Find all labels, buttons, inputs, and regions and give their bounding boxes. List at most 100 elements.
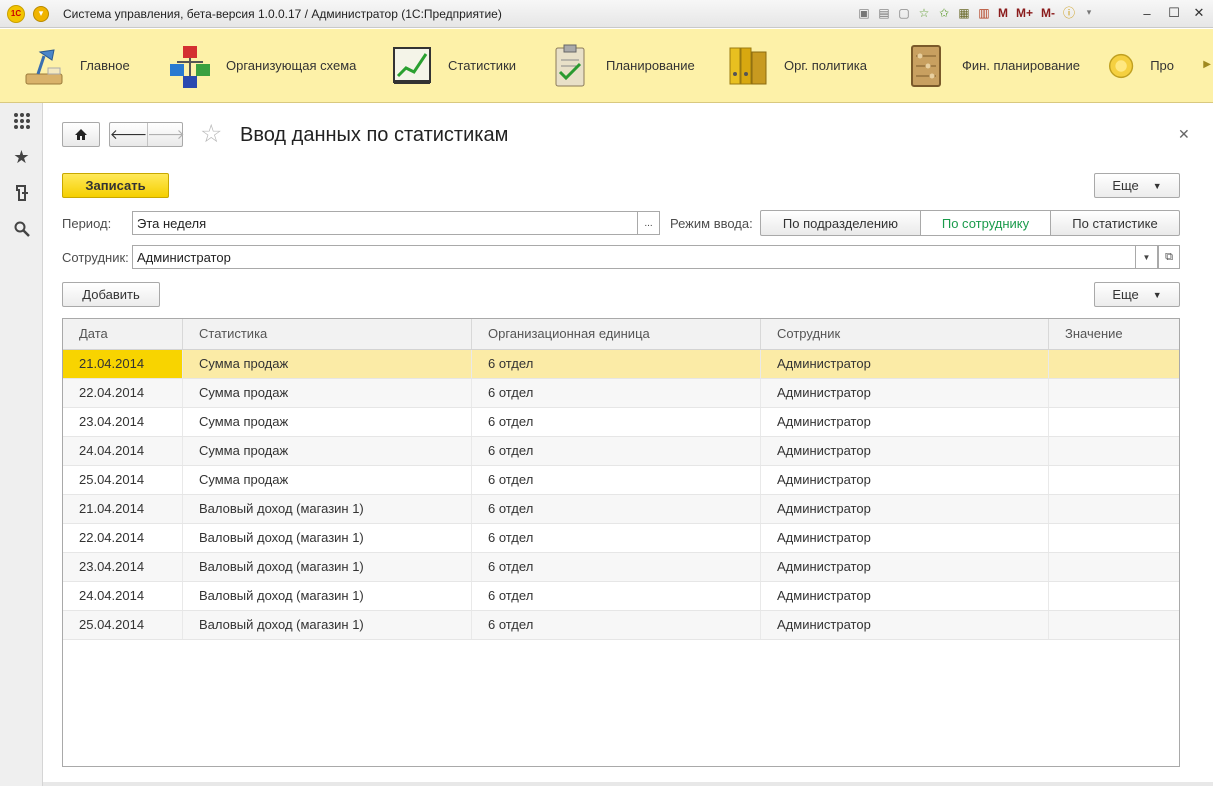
memory-button[interactable]: M (996, 6, 1010, 20)
cell-org-unit[interactable]: 6 отдел (472, 553, 761, 581)
section-other[interactable]: Про (1104, 29, 1174, 102)
cell-statistic[interactable]: Валовый доход (магазин 1) (183, 553, 472, 581)
memory-plus-button[interactable]: M+ (1014, 6, 1035, 20)
cell-date[interactable]: 23.04.2014 (63, 408, 183, 436)
cell-statistic[interactable]: Сумма продаж (183, 466, 472, 494)
table-row[interactable]: 23.04.2014 Сумма продаж 6 отдел Администрат… (63, 408, 1179, 437)
scroll-right-icon[interactable]: ▶ (1203, 59, 1211, 70)
period-select-button[interactable]: ... (638, 211, 660, 235)
table-row[interactable]: 22.04.2014 Валовый доход (магазин 1) 6 отд… (63, 524, 1179, 553)
section-org-policy[interactable]: Орг. политика (724, 29, 902, 102)
cell-employee[interactable]: Администратор (761, 553, 1049, 581)
print-icon[interactable]: ▤ (876, 4, 892, 21)
cell-employee[interactable]: Администратор (761, 582, 1049, 610)
cell-value[interactable] (1049, 524, 1179, 552)
cell-statistic[interactable]: Валовый доход (магазин 1) (183, 524, 472, 552)
cell-org-unit[interactable]: 6 отдел (472, 437, 761, 465)
cell-statistic[interactable]: Валовый доход (магазин 1) (183, 495, 472, 523)
cell-value[interactable] (1049, 495, 1179, 523)
table-row[interactable]: 25.04.2014 Сумма продаж 6 отдел Администрат… (63, 466, 1179, 495)
cell-date[interactable]: 24.04.2014 (63, 582, 183, 610)
cell-date[interactable]: 24.04.2014 (63, 437, 183, 465)
cell-employee[interactable]: Администратор (761, 611, 1049, 639)
column-header-date[interactable]: Дата (63, 319, 183, 349)
table-row[interactable]: 21.04.2014 Валовый доход (магазин 1) 6 отд… (63, 495, 1179, 524)
history-icon[interactable] (0, 175, 43, 211)
cell-value[interactable] (1049, 350, 1179, 378)
cell-org-unit[interactable]: 6 отдел (472, 495, 761, 523)
cell-statistic[interactable]: Сумма продаж (183, 350, 472, 378)
close-window-button[interactable]: ✕ (1189, 4, 1209, 22)
cell-date[interactable]: 21.04.2014 (63, 350, 183, 378)
cell-value[interactable] (1049, 437, 1179, 465)
table-row[interactable]: 24.04.2014 Валовый доход (магазин 1) 6 отд… (63, 582, 1179, 611)
save-icon[interactable]: ▣ (856, 4, 872, 21)
mode-by-department-button[interactable]: По подразделению (761, 211, 920, 235)
minimize-button[interactable]: ‒ (1137, 4, 1157, 22)
cell-date[interactable]: 21.04.2014 (63, 495, 183, 523)
cell-statistic[interactable]: Валовый доход (магазин 1) (183, 611, 472, 639)
cell-org-unit[interactable]: 6 отдел (472, 379, 761, 407)
cell-date[interactable]: 23.04.2014 (63, 553, 183, 581)
section-statistics[interactable]: Статистики (388, 29, 546, 102)
section-main[interactable]: Главное (20, 29, 166, 102)
search-icon[interactable] (0, 211, 43, 247)
cell-org-unit[interactable]: 6 отдел (472, 582, 761, 610)
cell-statistic[interactable]: Сумма продаж (183, 379, 472, 407)
cell-employee[interactable]: Администратор (761, 437, 1049, 465)
cell-statistic[interactable]: Сумма продаж (183, 437, 472, 465)
table-row[interactable]: 23.04.2014 Валовый доход (магазин 1) 6 отд… (63, 553, 1179, 582)
save-button[interactable]: Записать (62, 173, 169, 198)
cell-org-unit[interactable]: 6 отдел (472, 524, 761, 552)
more-button[interactable]: Еще ▼ (1094, 173, 1180, 198)
employee-dropdown-button[interactable]: ▼ (1136, 245, 1158, 269)
preview-icon[interactable]: ▢ (896, 4, 912, 21)
cell-statistic[interactable]: Валовый доход (магазин 1) (183, 582, 472, 610)
period-field[interactable]: Эта неделя (132, 211, 638, 235)
calculator-icon[interactable]: ▦ (956, 4, 972, 21)
cell-employee[interactable]: Администратор (761, 495, 1049, 523)
table-row[interactable]: 25.04.2014 Валовый доход (магазин 1) 6 отд… (63, 611, 1179, 640)
mode-by-employee-button[interactable]: По сотруднику (920, 211, 1050, 235)
maximize-button[interactable]: ☐ (1164, 4, 1184, 22)
column-header-statistic[interactable]: Статистика (183, 319, 472, 349)
section-fin-planning[interactable]: Фин. планирование (902, 29, 1104, 102)
cell-employee[interactable]: Администратор (761, 408, 1049, 436)
cell-employee[interactable]: Администратор (761, 379, 1049, 407)
cell-value[interactable] (1049, 553, 1179, 581)
favorites-icon[interactable]: ★ (0, 139, 43, 175)
cell-employee[interactable]: Администратор (761, 350, 1049, 378)
cell-value[interactable] (1049, 379, 1179, 407)
cell-employee[interactable]: Администратор (761, 524, 1049, 552)
column-header-employee[interactable]: Сотрудник (761, 319, 1049, 349)
cell-statistic[interactable]: Сумма продаж (183, 408, 472, 436)
cell-value[interactable] (1049, 466, 1179, 494)
cell-date[interactable]: 25.04.2014 (63, 466, 183, 494)
table-row[interactable]: 21.04.2014 Сумма продаж 6 отдел Администрат… (63, 350, 1179, 379)
column-header-value[interactable]: Значение (1049, 319, 1179, 349)
cell-value[interactable] (1049, 408, 1179, 436)
info-dropdown-icon[interactable]: ▾ (1081, 4, 1097, 21)
cell-value[interactable] (1049, 611, 1179, 639)
all-functions-icon[interactable] (0, 103, 43, 139)
cell-employee[interactable]: Администратор (761, 466, 1049, 494)
calendar-icon[interactable]: ▥ (976, 4, 992, 21)
employee-field[interactable]: Администратор (132, 245, 1136, 269)
table-more-button[interactable]: Еще ▼ (1094, 282, 1180, 307)
cell-org-unit[interactable]: 6 отдел (472, 466, 761, 494)
cell-date[interactable]: 25.04.2014 (63, 611, 183, 639)
cell-value[interactable] (1049, 582, 1179, 610)
cell-date[interactable]: 22.04.2014 (63, 379, 183, 407)
section-planning[interactable]: Планирование (546, 29, 724, 102)
cell-date[interactable]: 22.04.2014 (63, 524, 183, 552)
table-row[interactable]: 24.04.2014 Сумма продаж 6 отдел Администрат… (63, 437, 1179, 466)
go-favorites-icon[interactable]: ☆ (916, 4, 932, 21)
cell-org-unit[interactable]: 6 отдел (472, 408, 761, 436)
add-button[interactable]: Добавить (62, 282, 160, 307)
cell-org-unit[interactable]: 6 отдел (472, 350, 761, 378)
cell-org-unit[interactable]: 6 отдел (472, 611, 761, 639)
column-header-org-unit[interactable]: Организационная единица (472, 319, 761, 349)
table-row[interactable]: 22.04.2014 Сумма продаж 6 отдел Администрат… (63, 379, 1179, 408)
employee-open-button[interactable]: ⧉ (1158, 245, 1180, 269)
mode-by-statistic-button[interactable]: По статистике (1050, 211, 1179, 235)
